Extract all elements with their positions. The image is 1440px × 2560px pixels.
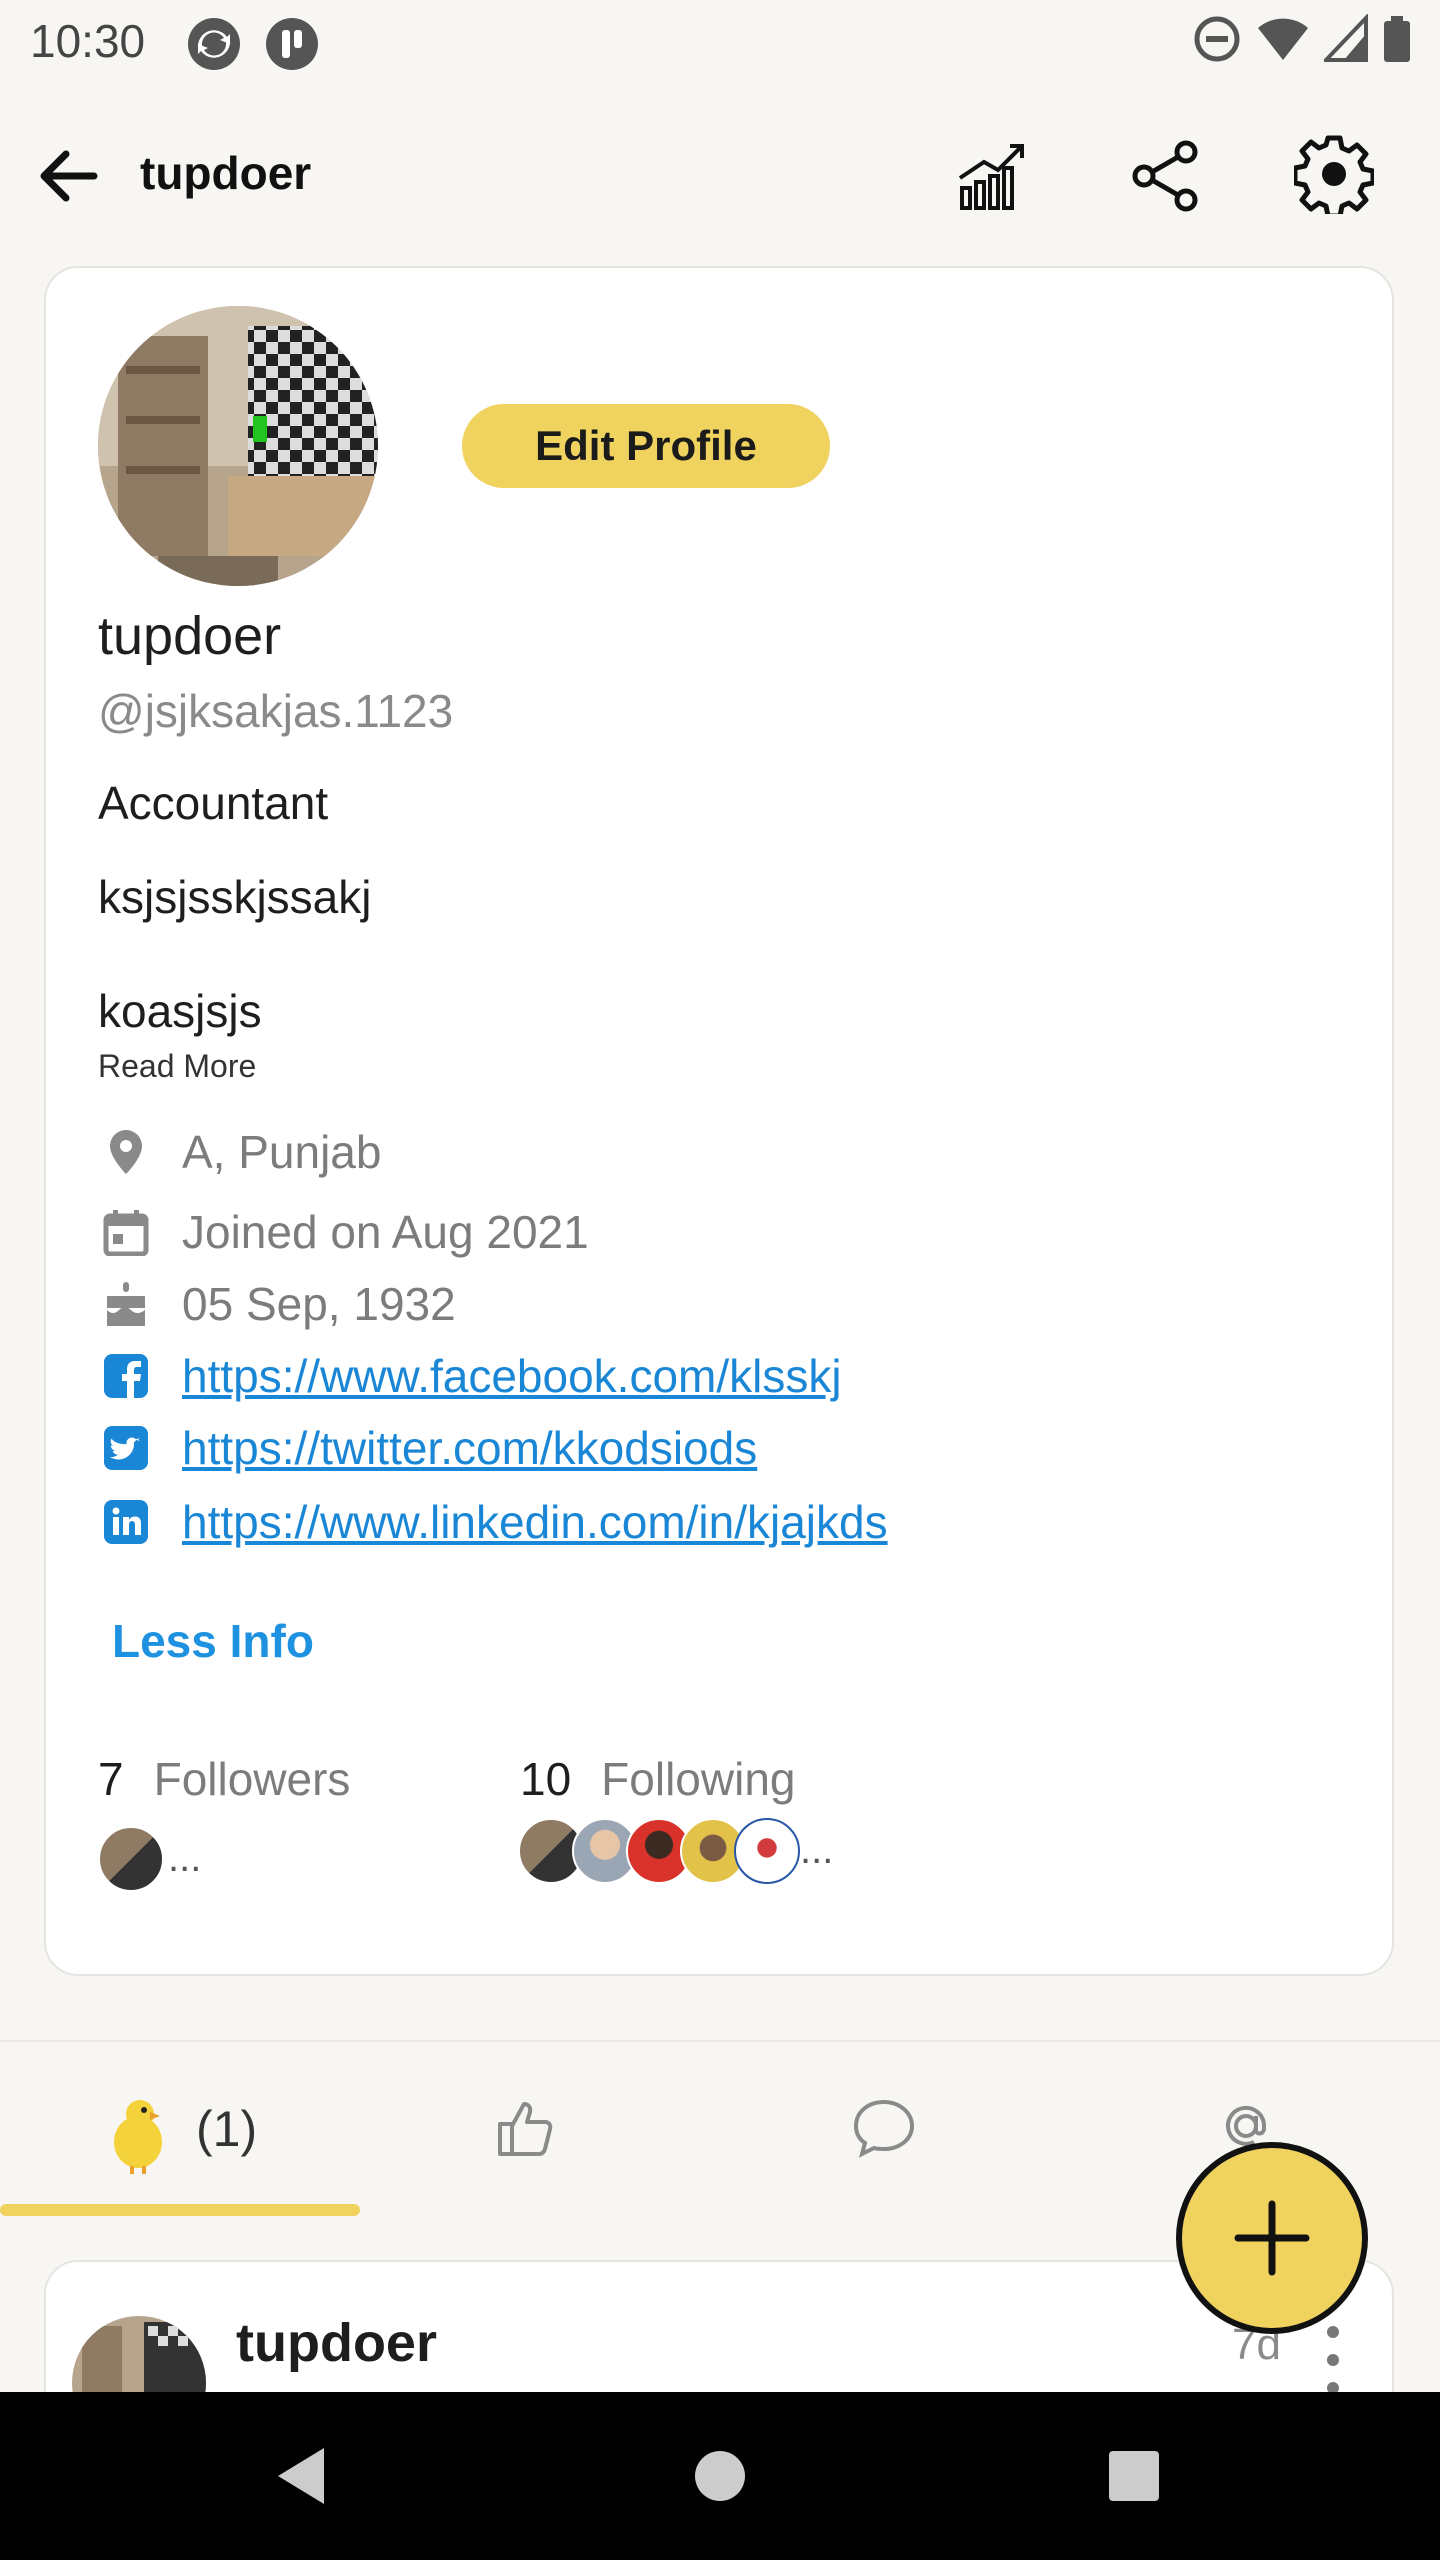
follower-avatar bbox=[98, 1826, 164, 1892]
app-notification-icon bbox=[264, 16, 320, 77]
cake-icon bbox=[98, 1276, 154, 1332]
post-author-name[interactable]: tupdoer bbox=[236, 2312, 437, 2374]
birthday-row: 05 Sep, 1932 bbox=[98, 1274, 456, 1334]
app-bar-title: tupdoer bbox=[140, 147, 312, 199]
nav-recents-icon[interactable] bbox=[1108, 2450, 1160, 2502]
nav-home-icon[interactable] bbox=[694, 2450, 746, 2502]
likes-tab-icon[interactable] bbox=[494, 2096, 558, 2160]
signal-icon bbox=[1324, 14, 1368, 62]
bio-line-2: koasjsjs bbox=[98, 985, 262, 1037]
followers-more: ... bbox=[168, 1836, 202, 1880]
twitter-link[interactable]: https://twitter.com/kkodsiods bbox=[182, 1421, 757, 1475]
birthday-text: 05 Sep, 1932 bbox=[182, 1278, 456, 1330]
status-icons bbox=[1192, 14, 1412, 64]
nav-back-icon[interactable] bbox=[272, 2444, 332, 2508]
read-more-link[interactable]: Read More bbox=[98, 1048, 256, 1085]
dnd-icon bbox=[1194, 16, 1240, 62]
facebook-link[interactable]: https://www.facebook.com/klsskj bbox=[182, 1349, 842, 1403]
location-row: A, Punjab bbox=[98, 1122, 381, 1182]
twitter-icon bbox=[98, 1420, 154, 1476]
avatar[interactable] bbox=[98, 306, 378, 586]
occupation: Accountant bbox=[98, 777, 329, 829]
following-count-group[interactable]: 10 Following bbox=[520, 1752, 795, 1806]
following-label: Following bbox=[601, 1753, 796, 1805]
following-more: ... bbox=[800, 1828, 834, 1872]
joined-text: Joined on Aug 2021 bbox=[182, 1206, 589, 1258]
following-avatar bbox=[734, 1818, 800, 1884]
followers-avatars[interactable]: ... bbox=[98, 1826, 298, 1896]
linkedin-link[interactable]: https://www.linkedin.com/in/kjajkds bbox=[182, 1495, 888, 1549]
user-handle: @jsjksakjas.1123 bbox=[98, 685, 454, 737]
followers-count: 7 bbox=[98, 1753, 124, 1805]
facebook-row[interactable]: https://www.facebook.com/klsskj bbox=[98, 1346, 842, 1406]
following-avatars[interactable]: ... bbox=[518, 1818, 858, 1890]
wifi-icon bbox=[1258, 18, 1308, 60]
more-options-icon[interactable] bbox=[1318, 2320, 1348, 2400]
create-post-button[interactable] bbox=[1176, 2142, 1368, 2334]
sync-icon bbox=[186, 16, 242, 77]
less-info-link[interactable]: Less Info bbox=[112, 1614, 314, 1668]
back-arrow-icon[interactable] bbox=[32, 140, 104, 212]
posts-tab-count[interactable]: (1) bbox=[196, 2100, 257, 2158]
active-tab-indicator bbox=[0, 2204, 360, 2216]
twitter-row[interactable]: https://twitter.com/kkodsiods bbox=[98, 1418, 757, 1478]
linkedin-icon bbox=[98, 1494, 154, 1550]
linkedin-row[interactable]: https://www.linkedin.com/in/kjajkds bbox=[98, 1492, 888, 1552]
location-pin-icon bbox=[98, 1124, 154, 1180]
analytics-icon[interactable] bbox=[954, 138, 1030, 214]
settings-icon[interactable] bbox=[1292, 134, 1376, 219]
calendar-icon bbox=[98, 1204, 154, 1260]
share-icon[interactable] bbox=[1126, 136, 1206, 216]
followers-label: Followers bbox=[153, 1753, 351, 1805]
koo-bird-icon[interactable] bbox=[100, 2088, 180, 2178]
followers-count-group[interactable]: 7 Followers bbox=[98, 1752, 350, 1806]
status-time: 10:30 bbox=[30, 15, 146, 67]
comments-tab-icon[interactable] bbox=[852, 2096, 916, 2160]
location-text: A, Punjab bbox=[182, 1126, 382, 1178]
joined-row: Joined on Aug 2021 bbox=[98, 1202, 589, 1262]
facebook-icon bbox=[98, 1348, 154, 1404]
battery-icon bbox=[1384, 16, 1410, 62]
display-name: tupdoer bbox=[98, 606, 282, 666]
plus-icon bbox=[1234, 2200, 1310, 2276]
following-count: 10 bbox=[520, 1753, 572, 1805]
bio-line-1: ksjsjsskjssakj bbox=[98, 871, 372, 923]
edit-profile-button[interactable]: Edit Profile bbox=[462, 404, 830, 488]
